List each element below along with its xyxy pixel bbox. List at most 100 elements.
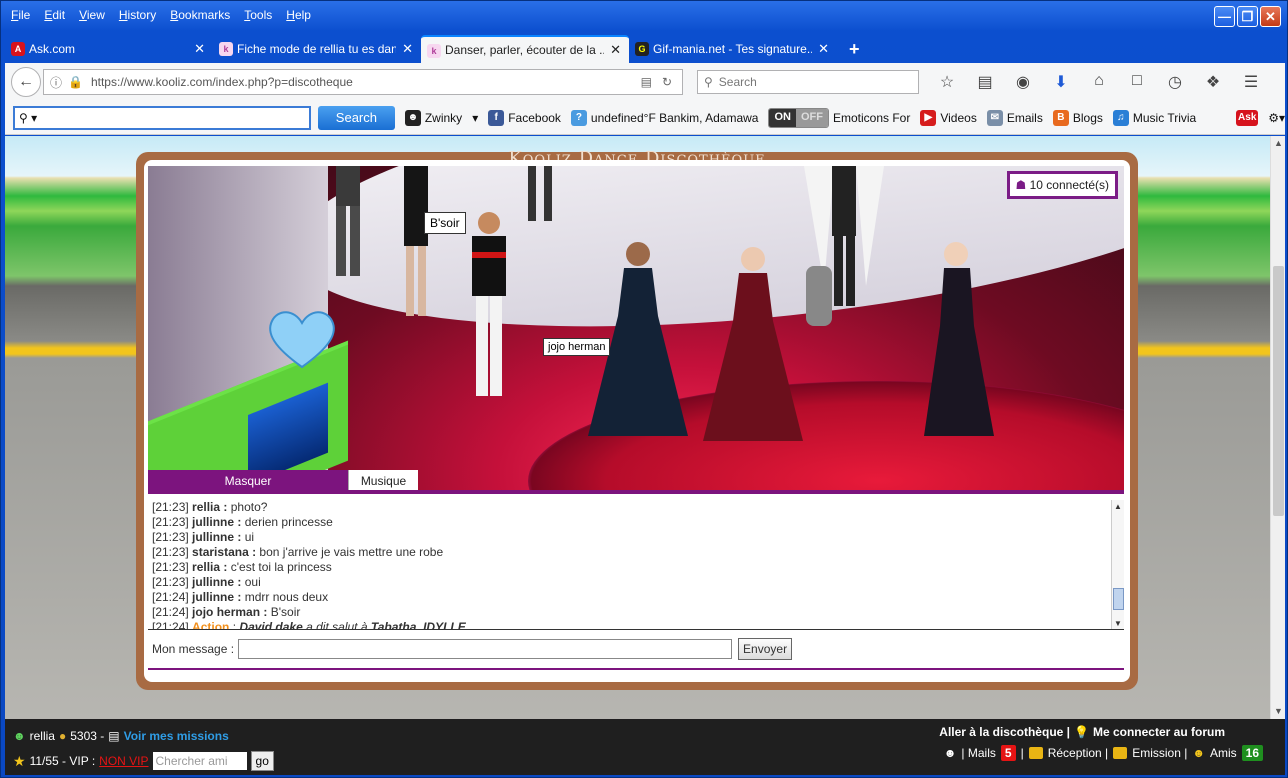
close-tab-icon[interactable]: ✕ — [818, 41, 829, 57]
menu-view[interactable]: View — [79, 8, 105, 22]
vip-status-link[interactable]: NON VIP — [99, 754, 148, 768]
connected-count-badge[interactable]: ☗ 10 connecté(s) — [1006, 171, 1118, 199]
send-button[interactable]: Envoyer — [738, 638, 793, 660]
emoticons-toggle[interactable]: ON OFF — [768, 107, 829, 128]
amis-link[interactable]: Amis — [1210, 746, 1237, 760]
username[interactable]: rellia — [30, 729, 55, 743]
message-input[interactable] — [238, 639, 733, 659]
scroll-down-icon[interactable]: ▼ — [1112, 617, 1124, 629]
menu-tools[interactable]: Tools — [244, 8, 272, 22]
menu-help[interactable]: Help — [286, 8, 311, 22]
ask-search-button[interactable]: Search — [317, 105, 395, 130]
chat-time: [21:23] — [152, 560, 189, 574]
toolbar-ask-logo[interactable]: Ask — [1236, 109, 1259, 126]
forum-link[interactable]: Me connecter au forum — [1093, 725, 1225, 739]
bookmark-star-icon[interactable]: ☆ — [935, 72, 959, 92]
toolbar-emails[interactable]: ✉ Emails — [986, 109, 1043, 126]
reload-icon[interactable]: ↻ — [662, 75, 672, 89]
close-tab-icon[interactable]: ✕ — [610, 42, 621, 58]
friend-search-input[interactable]: Chercher ami — [152, 752, 247, 770]
dropdown-arrow-icon[interactable]: ▾ — [472, 111, 478, 125]
toolbar-emoticons[interactable]: ON OFF Emoticons For — [768, 107, 910, 128]
avatar-red-gown[interactable] — [703, 241, 803, 441]
kooliz-extension-icon[interactable]: □ — [1125, 72, 1149, 92]
reception-link[interactable]: Réception | — [1048, 746, 1109, 760]
toolbar-weather[interactable]: ? undefined°F Bankim, Adamawa — [570, 109, 758, 126]
back-arrow-icon[interactable]: ← — [11, 67, 41, 97]
home-icon[interactable]: ⌂ — [1087, 72, 1111, 92]
toolbar-settings[interactable]: ⚙▾ — [1268, 111, 1285, 125]
avatar-wings[interactable] — [804, 166, 884, 326]
amis-count: 16 — [1241, 745, 1263, 761]
avatar-dress-girl[interactable] — [386, 166, 446, 326]
action-actor[interactable]: David dake — [239, 620, 302, 629]
url-bar[interactable]: ⓘ 🔒 https://www.kooliz.com/index.php?p=d… — [43, 69, 683, 95]
emission-link[interactable]: Emission | — [1132, 746, 1187, 760]
toolbar-zwinky[interactable]: ☻ Zwinky ▾ — [404, 109, 478, 126]
tab-gifmania[interactable]: G Gif-mania.net - Tes signature... ✕ — [629, 35, 837, 63]
toolbar-facebook[interactable]: f Facebook — [488, 109, 561, 126]
scroll-down-icon[interactable]: ▼ — [1271, 704, 1286, 719]
musique-tab[interactable]: Musique — [348, 470, 418, 490]
reading-list-icon[interactable]: ▤ — [973, 72, 997, 92]
masquer-tab[interactable]: Masquer — [148, 470, 348, 490]
facebook-icon: f — [488, 109, 505, 126]
close-window-button[interactable]: ✕ — [1260, 6, 1281, 27]
avatar-black-gown[interactable] — [914, 236, 1004, 436]
chat-time: [21:24] — [152, 620, 189, 630]
avatar-jojo-herman[interactable] — [454, 208, 524, 408]
chat-scrollbar[interactable]: ▲ ▼ — [1111, 500, 1124, 629]
chat-user[interactable]: jojo herman : — [192, 605, 267, 619]
info-icon[interactable]: ⓘ — [50, 74, 62, 91]
scroll-thumb[interactable] — [1113, 588, 1124, 610]
go-button[interactable]: go — [250, 751, 274, 771]
close-tab-icon[interactable]: ✕ — [402, 41, 413, 57]
dance-floor-scene[interactable]: B'soir jojo herman ☗ 10 connecté(s) Masq… — [148, 166, 1124, 490]
maximize-button[interactable]: ❐ — [1237, 6, 1258, 27]
chat-user[interactable]: jullinne : — [192, 590, 241, 604]
url-text[interactable]: https://www.kooliz.com/index.php?p=disco… — [91, 75, 641, 89]
minimize-button[interactable]: — — [1214, 6, 1235, 27]
chat-time: [21:23] — [152, 530, 189, 544]
avatar-legs[interactable] — [516, 166, 566, 226]
tab-ask[interactable]: A Ask.com ✕ — [5, 35, 213, 63]
new-tab-button[interactable]: + — [849, 35, 860, 63]
download-icon[interactable]: ⬇ — [1049, 72, 1073, 92]
pocket-icon[interactable]: ◉ — [1011, 72, 1035, 92]
web-search-input[interactable]: ⚲ Search — [697, 70, 919, 94]
close-tab-icon[interactable]: ✕ — [194, 41, 205, 57]
chat-log[interactable]: [21:23] rellia : photo? [21:23] jullinne … — [148, 500, 1124, 630]
page-scrollbar[interactable]: ▲ ▼ — [1270, 136, 1285, 719]
chat-user[interactable]: jullinne : — [192, 530, 241, 544]
scroll-up-icon[interactable]: ▲ — [1271, 136, 1286, 151]
mails-link[interactable]: | Mails — [961, 746, 995, 760]
menu-edit[interactable]: Edit — [44, 8, 65, 22]
menu-bookmarks[interactable]: Bookmarks — [170, 8, 230, 22]
scroll-up-icon[interactable]: ▲ — [1112, 500, 1124, 513]
toolbar-label: Emails — [1006, 110, 1043, 125]
tab-danser[interactable]: k Danser, parler, écouter de la ... ✕ — [421, 35, 629, 63]
history-clock-icon[interactable]: ◷ — [1163, 72, 1187, 92]
addon-icon[interactable]: ❖ — [1201, 72, 1225, 92]
tab-fiche-mode[interactable]: k Fiche mode de rellia tu es dan... ✕ — [213, 35, 421, 63]
avatar-dark-outfit[interactable] — [318, 166, 378, 286]
toolbar-blogs[interactable]: B Blogs — [1052, 109, 1103, 126]
chat-user[interactable]: rellia : — [192, 500, 227, 514]
reader-view-icon[interactable]: ▤ — [641, 75, 652, 89]
toolbar-videos[interactable]: ▶ Videos — [920, 109, 977, 126]
go-disco-link[interactable]: Aller à la discothèque | — [939, 725, 1070, 739]
avatar-navy-gown[interactable] — [588, 236, 688, 436]
hamburger-menu-icon[interactable]: ☰ — [1239, 72, 1263, 92]
chat-user[interactable]: jullinne : — [192, 575, 241, 589]
ask-search-input[interactable]: ⚲ ▾ — [13, 105, 311, 130]
kooliz-icon: k — [427, 44, 441, 58]
missions-link[interactable]: Voir mes missions — [124, 729, 229, 743]
chat-user[interactable]: jullinne : — [192, 515, 241, 529]
action-target[interactable]: Tabatha_IDYLLE — [371, 620, 466, 629]
chat-user[interactable]: rellia : — [192, 560, 227, 574]
menu-history[interactable]: History — [119, 8, 156, 22]
chat-user[interactable]: staristana : — [192, 545, 256, 559]
scroll-thumb[interactable] — [1273, 266, 1284, 516]
toolbar-music-trivia[interactable]: ♫ Music Trivia — [1112, 109, 1196, 126]
menu-file[interactable]: File — [11, 8, 30, 22]
